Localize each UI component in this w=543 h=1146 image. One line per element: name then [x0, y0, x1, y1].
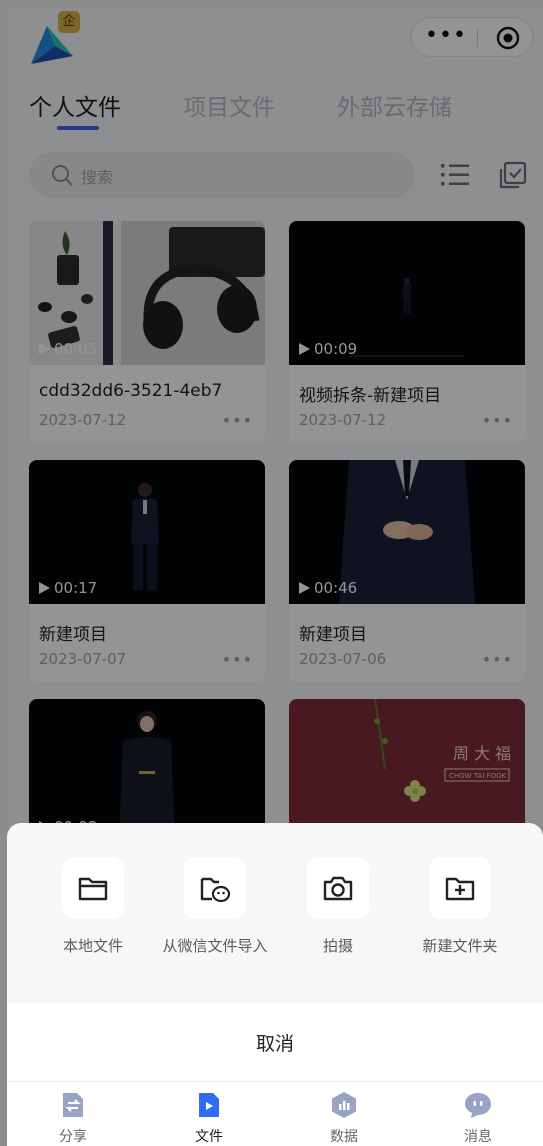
- nav-label-files: 文件: [195, 1129, 223, 1145]
- camera-icon: [323, 876, 353, 901]
- nav-label-messages: 消息: [464, 1129, 492, 1145]
- wechat-import-action[interactable]: 从微信文件导入: [150, 823, 280, 973]
- cancel-label: 取消: [255, 1033, 294, 1055]
- bottom-nav: 分享 文件 数据 消息: [7, 1081, 543, 1146]
- data-icon: [332, 1092, 356, 1118]
- camera-label: 拍摄: [322, 937, 353, 955]
- wechat-folder-icon: [200, 877, 231, 903]
- nav-label-share: 分享: [59, 1129, 87, 1145]
- new-folder-button[interactable]: [429, 857, 491, 919]
- new-folder-label: 新建文件夹: [422, 937, 498, 955]
- cancel-button[interactable]: 取消: [7, 1003, 543, 1081]
- app-screen: 企 ••• 个人文件 项目文件 外部云存储 搜索 00:05 cdd32dd6-…: [7, 8, 543, 1146]
- folder-add-icon: [445, 877, 475, 901]
- wechat-import-label: 从微信文件导入: [162, 937, 268, 955]
- new-folder-action[interactable]: 新建文件夹: [395, 823, 525, 973]
- wechat-import-button[interactable]: [184, 857, 246, 919]
- local-file-action[interactable]: 本地文件: [28, 823, 158, 973]
- upload-action-sheet: 本地文件 从微信文件导入 拍摄 新建文件夹 取消 分享 文件 数据 消息: [7, 823, 543, 1146]
- message-icon: [465, 1093, 491, 1118]
- camera-button[interactable]: [307, 857, 369, 919]
- file-play-icon: [199, 1093, 219, 1117]
- local-file-button[interactable]: [62, 857, 124, 919]
- folder-icon: [78, 877, 108, 901]
- share-icon: [63, 1093, 83, 1117]
- camera-action[interactable]: 拍摄: [273, 823, 403, 973]
- local-file-label: 本地文件: [62, 937, 123, 955]
- nav-label-data: 数据: [330, 1129, 358, 1145]
